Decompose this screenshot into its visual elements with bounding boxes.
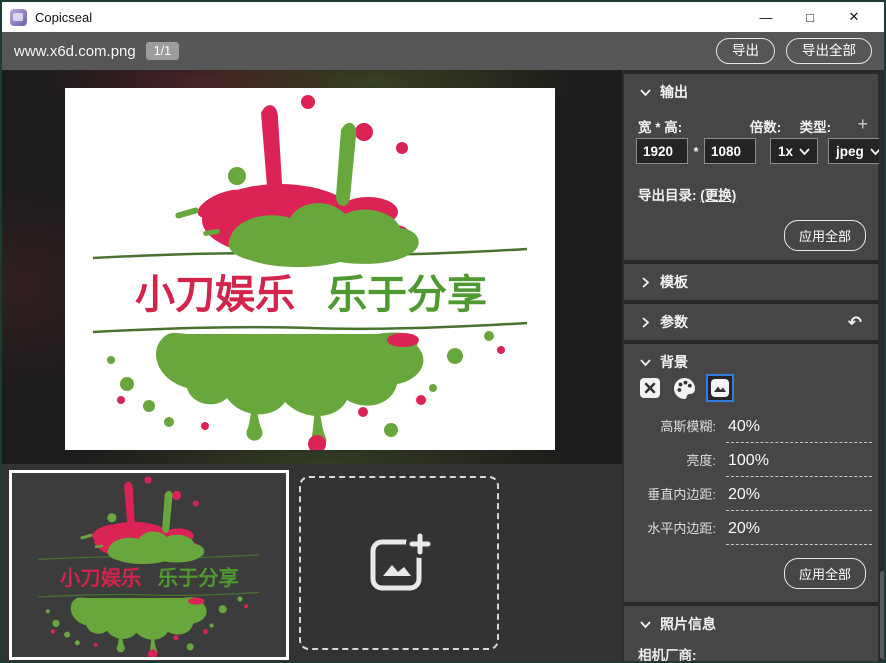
- thumbnail-strip: 小刀娱乐 乐于分享: [2, 464, 622, 663]
- logo-text-green: 乐于分享: [327, 273, 487, 317]
- horizontal-padding-value[interactable]: 20%: [726, 520, 872, 545]
- vertical-padding-value[interactable]: 20%: [726, 486, 872, 511]
- panel-photo-info-title: 照片信息: [660, 614, 716, 634]
- svg-text:乐于分享: 乐于分享: [158, 566, 239, 590]
- thumbnail-logo-image: 小刀娱乐 乐于分享: [12, 473, 286, 657]
- background-mode-icons: [638, 374, 734, 402]
- logo-image: 小刀娱乐 乐于分享: [65, 88, 555, 450]
- gaussian-blur-value[interactable]: 40%: [726, 418, 872, 443]
- brightness-label: 亮度:: [624, 450, 716, 469]
- export-button[interactable]: 导出: [716, 38, 775, 64]
- panel-photo-info: 照片信息 相机厂商:: [624, 606, 878, 661]
- header-actions: 导出 导出全部: [716, 38, 872, 64]
- bg-image-icon[interactable]: [706, 374, 734, 402]
- add-image-dropzone[interactable]: [299, 476, 499, 650]
- height-input[interactable]: [704, 138, 756, 164]
- horizontal-padding-label: 水平内边距:: [624, 518, 716, 537]
- camera-maker-value[interactable]: [726, 642, 870, 663]
- type-label: 类型:: [800, 116, 858, 136]
- panel-params-title: 参数: [660, 312, 688, 332]
- camera-maker-label: 相机厂商:: [638, 644, 697, 663]
- export-dir-label: 导出目录:: [638, 188, 697, 203]
- bg-none-icon[interactable]: [638, 376, 662, 400]
- panel-template-title: 模板: [660, 272, 688, 292]
- thumbnail-selected[interactable]: 小刀娱乐 乐于分享: [9, 470, 289, 660]
- current-filename: www.x6d.com.png: [14, 43, 136, 60]
- settings-sidebar: 输出 宽 * 高: 倍数: 类型: + * 1x jpeg: [624, 70, 886, 661]
- filetype-select[interactable]: jpeg: [828, 138, 886, 164]
- app-title: Copicseal: [35, 10, 92, 25]
- panel-params: 参数 ↶: [624, 304, 878, 340]
- scrollbar-thumb[interactable]: [880, 571, 886, 659]
- width-input[interactable]: [636, 138, 688, 164]
- preview-canvas: 小刀娱乐 乐于分享: [2, 70, 622, 464]
- dimension-separator: *: [688, 144, 704, 159]
- brightness-row: 亮度: 100%: [624, 450, 878, 477]
- chevron-down-icon: [799, 146, 810, 157]
- gaussian-blur-row: 高斯模糊: 40%: [624, 416, 878, 443]
- multiplier-label: 倍数:: [750, 116, 800, 136]
- panel-output-header[interactable]: 输出: [624, 74, 878, 110]
- bg-color-palette-icon[interactable]: [672, 376, 696, 400]
- app-icon: [10, 9, 27, 26]
- panel-params-header[interactable]: 参数 ↶: [624, 304, 878, 340]
- app-window: Copicseal — □ ✕ www.x6d.com.png 1/1 导出 导…: [0, 0, 886, 663]
- panel-background-title: 背景: [660, 352, 688, 372]
- chevron-right-icon: [640, 317, 651, 328]
- multiplier-select[interactable]: 1x: [770, 138, 818, 164]
- background-apply-all-button[interactable]: 应用全部: [784, 558, 866, 589]
- panel-photo-info-header[interactable]: 照片信息: [624, 606, 878, 642]
- panel-output-title: 输出: [660, 82, 688, 102]
- undo-icon[interactable]: ↶: [848, 314, 862, 331]
- add-output-icon[interactable]: +: [857, 116, 868, 136]
- minimize-button[interactable]: —: [744, 3, 788, 31]
- chevron-right-icon: [640, 277, 651, 288]
- brightness-value[interactable]: 100%: [726, 452, 872, 477]
- panel-template-header[interactable]: 模板: [624, 264, 878, 300]
- panel-background: 背景 高斯模糊: 40% 亮度: 100%: [624, 344, 878, 602]
- export-all-button[interactable]: 导出全部: [786, 38, 872, 64]
- output-inputs-row: * 1x jpeg: [636, 138, 886, 164]
- output-apply-all-button[interactable]: 应用全部: [784, 220, 866, 251]
- export-dir-row: 导出目录: (更换): [638, 184, 736, 204]
- svg-text:小刀娱乐: 小刀娱乐: [60, 567, 142, 590]
- chevron-down-icon: [640, 87, 651, 98]
- sidebar-scrollbar[interactable]: [879, 70, 886, 661]
- page-count-badge: 1/1: [146, 42, 179, 60]
- logo-text-red: 小刀娱乐: [135, 273, 295, 317]
- chevron-down-icon: [640, 619, 651, 630]
- maximize-button[interactable]: □: [788, 3, 832, 31]
- header-bar: www.x6d.com.png 1/1 导出 导出全部: [2, 32, 884, 70]
- change-dir-link[interactable]: (更换): [700, 188, 736, 203]
- chevron-down-icon: [640, 357, 651, 368]
- gaussian-blur-label: 高斯模糊:: [624, 416, 716, 435]
- panel-output: 输出 宽 * 高: 倍数: 类型: + * 1x jpeg: [624, 74, 878, 260]
- vertical-padding-row: 垂直内边距: 20%: [624, 484, 878, 511]
- vertical-padding-label: 垂直内边距:: [624, 484, 716, 503]
- horizontal-padding-row: 水平内边距: 20%: [624, 518, 878, 545]
- panel-template: 模板: [624, 264, 878, 300]
- width-height-label: 宽 * 高:: [638, 116, 750, 136]
- add-image-icon: [365, 532, 433, 594]
- close-button[interactable]: ✕: [832, 3, 876, 31]
- preview-image: 小刀娱乐 乐于分享: [65, 88, 555, 450]
- window-controls: — □ ✕: [744, 3, 876, 31]
- title-bar: Copicseal — □ ✕: [2, 2, 884, 32]
- output-labels-row: 宽 * 高: 倍数: 类型: +: [638, 116, 868, 136]
